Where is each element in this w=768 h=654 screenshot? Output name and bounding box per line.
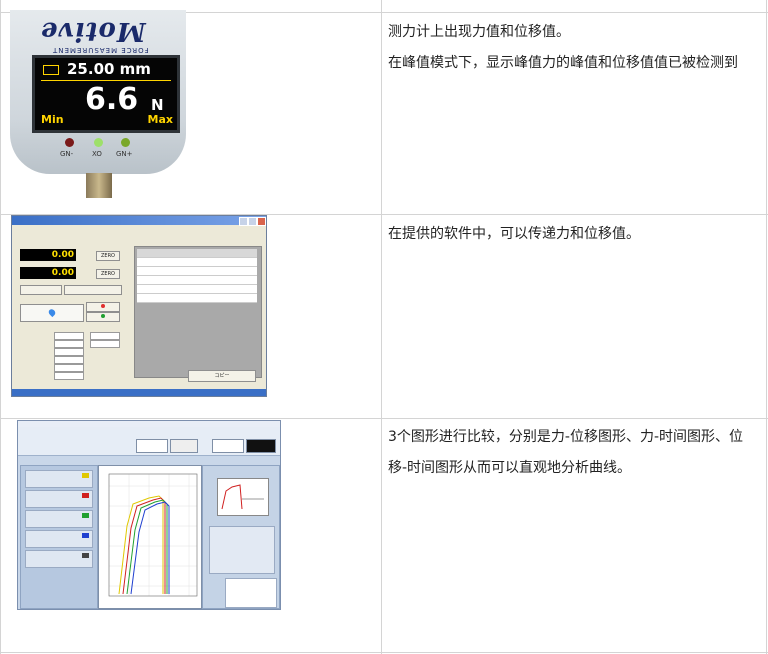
force-reading: 6.6	[85, 82, 139, 117]
software-window-screenshot: 0.00 ZERO 0.00 ZERO コピー	[11, 215, 267, 397]
gauge-shaft	[86, 173, 112, 198]
led-gn-minus-icon	[65, 138, 74, 147]
toolbar-button	[136, 439, 168, 453]
stat-field-5	[54, 364, 84, 372]
displacement-reading: 25.00 mm	[67, 60, 151, 78]
grid-row	[137, 276, 257, 285]
led-xo-icon	[94, 138, 103, 147]
stat-field-1	[54, 332, 84, 340]
table-border-row2	[0, 418, 768, 419]
notes-box	[225, 578, 277, 608]
curve-list-panel	[20, 465, 98, 609]
grid-row	[137, 294, 257, 303]
row1-paragraph-1: 测力计上出现力值和位移值。	[388, 24, 570, 40]
start-button	[86, 302, 120, 312]
row1-paragraph-2: 在峰值模式下，显示峰值力的峰值和位移值值已被检测到	[388, 55, 738, 71]
graph-software-screenshot	[17, 420, 281, 610]
toolbar-button	[170, 439, 198, 453]
min-label: Min	[41, 113, 64, 126]
curve-item	[25, 510, 93, 528]
row3-description: 3个图形进行比较，分别是力-位移图形、力-时间图形、位移-时间图形从而可以直观地…	[388, 422, 760, 484]
stat-field-3	[54, 348, 84, 356]
window-menubar	[12, 225, 266, 233]
row2-paragraph-1: 在提供的软件中，可以传递力和位移值。	[388, 226, 640, 242]
lcd-force-value: 0.00	[20, 249, 76, 261]
toolbar-button	[212, 439, 244, 453]
led-label-xo: XO	[92, 150, 102, 158]
app-toolbar	[18, 427, 280, 456]
stat-field-7	[90, 332, 120, 340]
water-drop-button	[20, 304, 84, 322]
water-drop-icon	[47, 307, 57, 318]
preview-panel	[202, 465, 280, 609]
plot-svg	[108, 473, 198, 597]
force-unit: N	[151, 96, 164, 114]
max-label: Max	[147, 113, 173, 126]
led-label-gn-minus: GN-	[60, 150, 74, 158]
row3-paragraph-1: 3个图形进行比较，分别是力-位移图形、力-时间图形、位移-时间图形从而可以直观地…	[388, 429, 744, 476]
grid-header	[137, 249, 257, 258]
curve-1	[118, 495, 164, 595]
row1-description: 测力计上出现力值和位移值。 在峰值模式下，显示峰值力的峰值和位移值值已被检测到	[388, 17, 760, 79]
gauge-brand: Motive	[40, 16, 146, 46]
force-displacement-plot	[98, 465, 202, 609]
table-column-divider	[381, 0, 382, 654]
mode-button	[64, 285, 122, 295]
table-border-right	[766, 0, 767, 654]
stat-field-2	[54, 340, 84, 348]
record-icon	[101, 304, 105, 308]
led-label-gn-plus: GN+	[116, 150, 133, 158]
content-table: Motive FORCE MEASUREMENT 25.00 mm 6.6 N …	[0, 0, 768, 654]
grid-row	[137, 285, 257, 294]
stop-button	[86, 312, 120, 322]
stat-field-4	[54, 356, 84, 364]
table-border-left	[0, 0, 1, 654]
stop-icon	[101, 314, 105, 318]
peak-button	[20, 285, 62, 295]
curve-item	[25, 550, 93, 568]
table-border-bottom	[0, 652, 768, 653]
toolbar-display	[246, 439, 276, 453]
zero-button-displacement: ZERO	[96, 269, 120, 279]
stat-field-6	[54, 372, 84, 380]
battery-icon	[43, 65, 59, 75]
settings-box	[209, 526, 275, 574]
copy-button: コピー	[188, 370, 256, 382]
window-titlebar	[12, 216, 266, 226]
gauge-brand-sub: FORCE MEASUREMENT	[52, 46, 149, 54]
force-gauge-photo: Motive FORCE MEASUREMENT 25.00 mm 6.6 N …	[10, 10, 186, 198]
curve-item	[25, 490, 93, 508]
preview-graph	[217, 478, 269, 516]
data-grid	[134, 246, 262, 378]
grid-row	[137, 267, 257, 276]
row2-description: 在提供的软件中，可以传递力和位移值。	[388, 219, 760, 250]
led-gn-plus-icon	[121, 138, 130, 147]
window-statusbar	[12, 389, 266, 396]
curve-item	[25, 530, 93, 548]
stat-field-8	[90, 340, 120, 348]
zero-button-force: ZERO	[96, 251, 120, 261]
gauge-display: 25.00 mm 6.6 N Min Max	[32, 55, 180, 133]
lcd-displacement-value: 0.00	[20, 267, 76, 279]
grid-row	[137, 258, 257, 267]
curve-item	[25, 470, 93, 488]
